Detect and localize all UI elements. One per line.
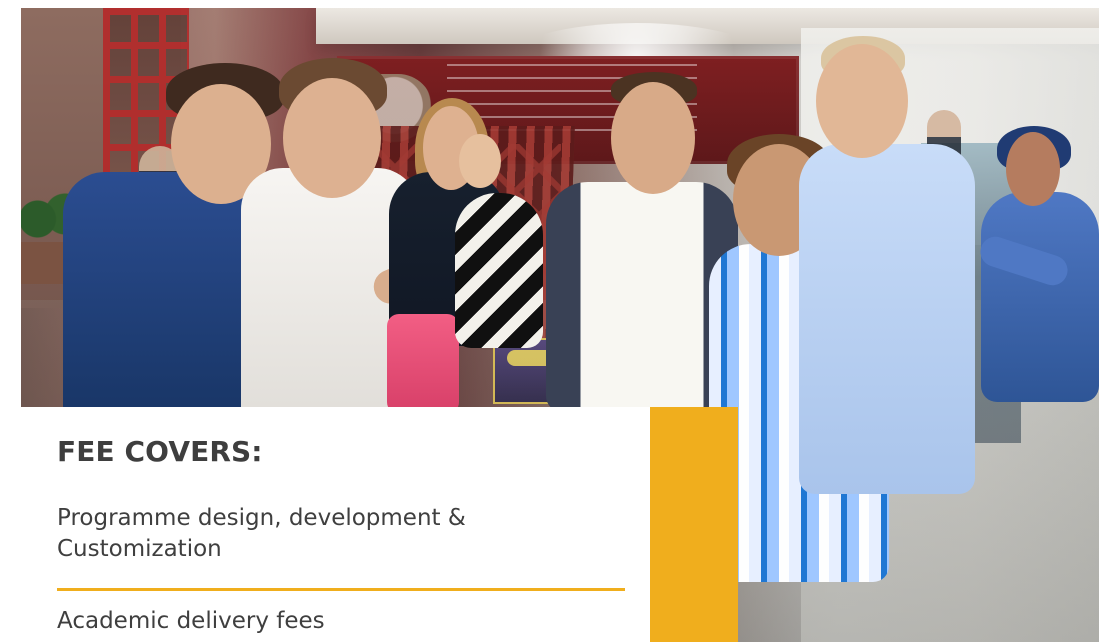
person-torso <box>63 172 259 422</box>
brochure-page: FEE COVERS: Programme design, developmen… <box>0 0 1099 642</box>
person-head <box>283 78 381 198</box>
person-head <box>816 44 908 158</box>
fee-covers-panel: FEE COVERS: Programme design, developmen… <box>21 407 651 642</box>
person-torso <box>799 144 975 494</box>
person-torso <box>455 193 543 348</box>
person-head <box>1006 132 1060 206</box>
fee-covers-title: FEE COVERS: <box>57 435 263 468</box>
fee-divider <box>57 588 625 591</box>
person-head <box>611 82 695 194</box>
person-pants <box>387 314 459 414</box>
fee-item-academic-delivery: Academic delivery fees <box>57 608 325 634</box>
fee-item-programme-design: Programme design, development & Customiz… <box>57 505 466 563</box>
accent-block <box>650 407 738 642</box>
person-torso <box>981 192 1099 402</box>
person-head <box>459 134 501 188</box>
